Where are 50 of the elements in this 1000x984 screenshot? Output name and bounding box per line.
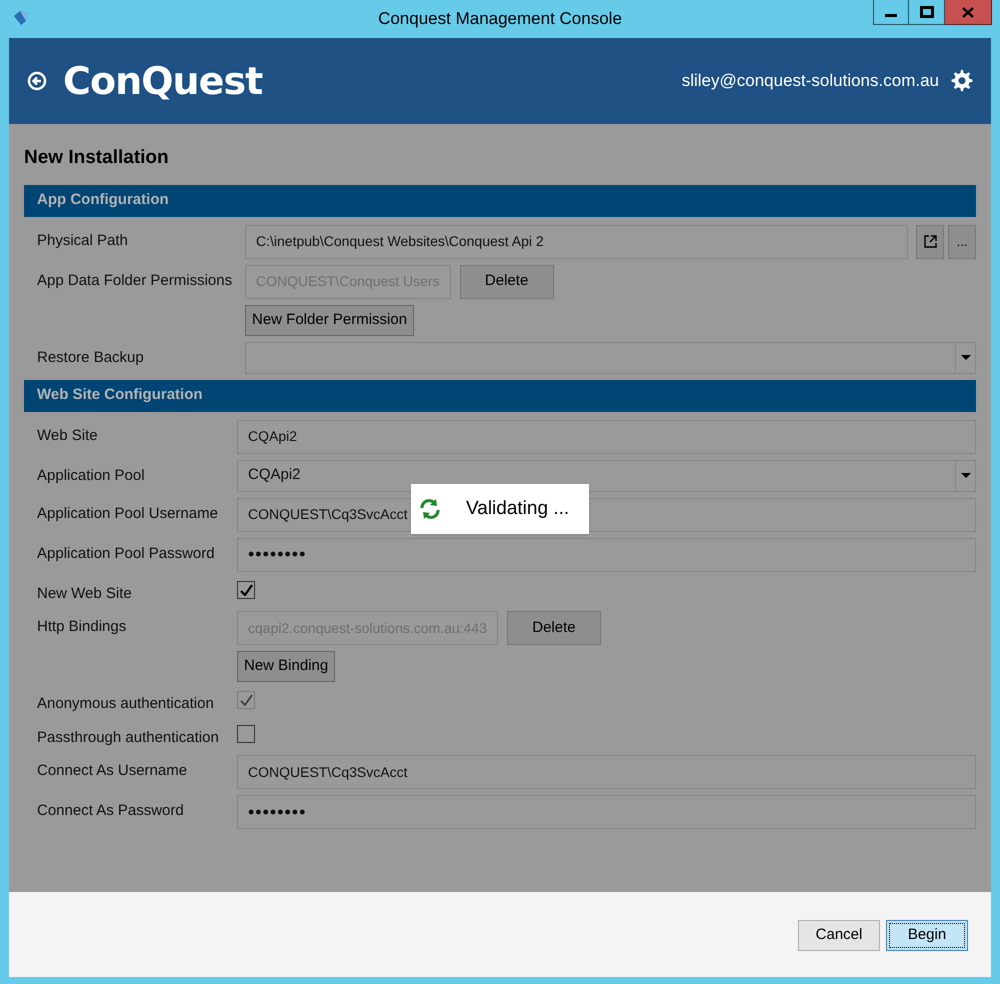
page-title: New Installation <box>24 146 170 170</box>
browse-button[interactable]: ... <box>948 224 976 258</box>
add-button[interactable]: New Folder Permission <box>245 304 414 336</box>
settings-icon[interactable] <box>951 70 973 92</box>
user-email: sliley@conquest-solutions.com.au <box>682 70 939 92</box>
open-button[interactable] <box>916 224 944 258</box>
field-label: Connect As Password <box>37 802 184 819</box>
dialog-button[interactable]: Cancel <box>798 920 880 951</box>
checkbox[interactable] <box>237 724 255 742</box>
loading-text: Validating ... <box>466 496 570 521</box>
section-header: Web Site Configuration <box>24 380 976 412</box>
minimize-icon <box>885 14 897 16</box>
field-label: Anonymous authentication <box>37 695 214 712</box>
field-label: Application Pool Username <box>37 504 218 522</box>
close-button[interactable] <box>945 0 992 25</box>
delete-button[interactable]: Delete <box>460 264 554 298</box>
logo: ConQuest <box>63 58 262 104</box>
window-title: Conquest Management Console <box>378 8 622 30</box>
close-icon <box>962 6 974 18</box>
field-label: Connect As Username <box>37 762 188 779</box>
dropdown-arrow-icon <box>960 473 970 478</box>
maximize-icon <box>920 6 934 18</box>
minimize-button[interactable] <box>873 0 909 25</box>
section-header: App Configuration <box>24 184 976 216</box>
field-label: App Data Folder Permissions <box>37 272 232 288</box>
checkmark-icon <box>240 694 252 706</box>
field-label: New Web Site <box>37 584 132 602</box>
field-label: Web Site <box>37 426 98 444</box>
field-label: Passthrough authentication <box>37 728 219 746</box>
text-field[interactable]: CQApi2 <box>237 420 976 454</box>
back-icon[interactable] <box>27 71 47 91</box>
delete-button[interactable]: Delete <box>506 611 601 645</box>
refresh-icon <box>419 498 441 520</box>
field-label: Restore Backup <box>37 348 144 366</box>
field-label: Application Pool Password <box>37 544 215 562</box>
dropdown-arrow-icon <box>960 355 970 360</box>
field-label: Application Pool <box>37 466 145 484</box>
add-button[interactable]: New Binding <box>237 651 336 682</box>
checkbox[interactable] <box>237 580 255 598</box>
password-field[interactable]: •••••••• <box>237 795 976 829</box>
password-field[interactable]: •••••••• <box>237 538 976 572</box>
dialog-button[interactable]: Begin <box>886 920 968 951</box>
field-label: Http Bindings <box>37 618 126 635</box>
dropdown-value: CQApi2 <box>247 465 302 486</box>
external-link-icon <box>922 234 938 249</box>
field-label: Physical Path <box>37 232 128 248</box>
checkmark-icon <box>240 584 252 596</box>
text-field[interactable]: C:\inetpub\Conquest Websites\Conquest Api 2 <box>245 224 908 258</box>
app-icon <box>12 10 30 26</box>
text-field[interactable]: CONQUEST\Cq3SvcAcct <box>237 755 976 789</box>
